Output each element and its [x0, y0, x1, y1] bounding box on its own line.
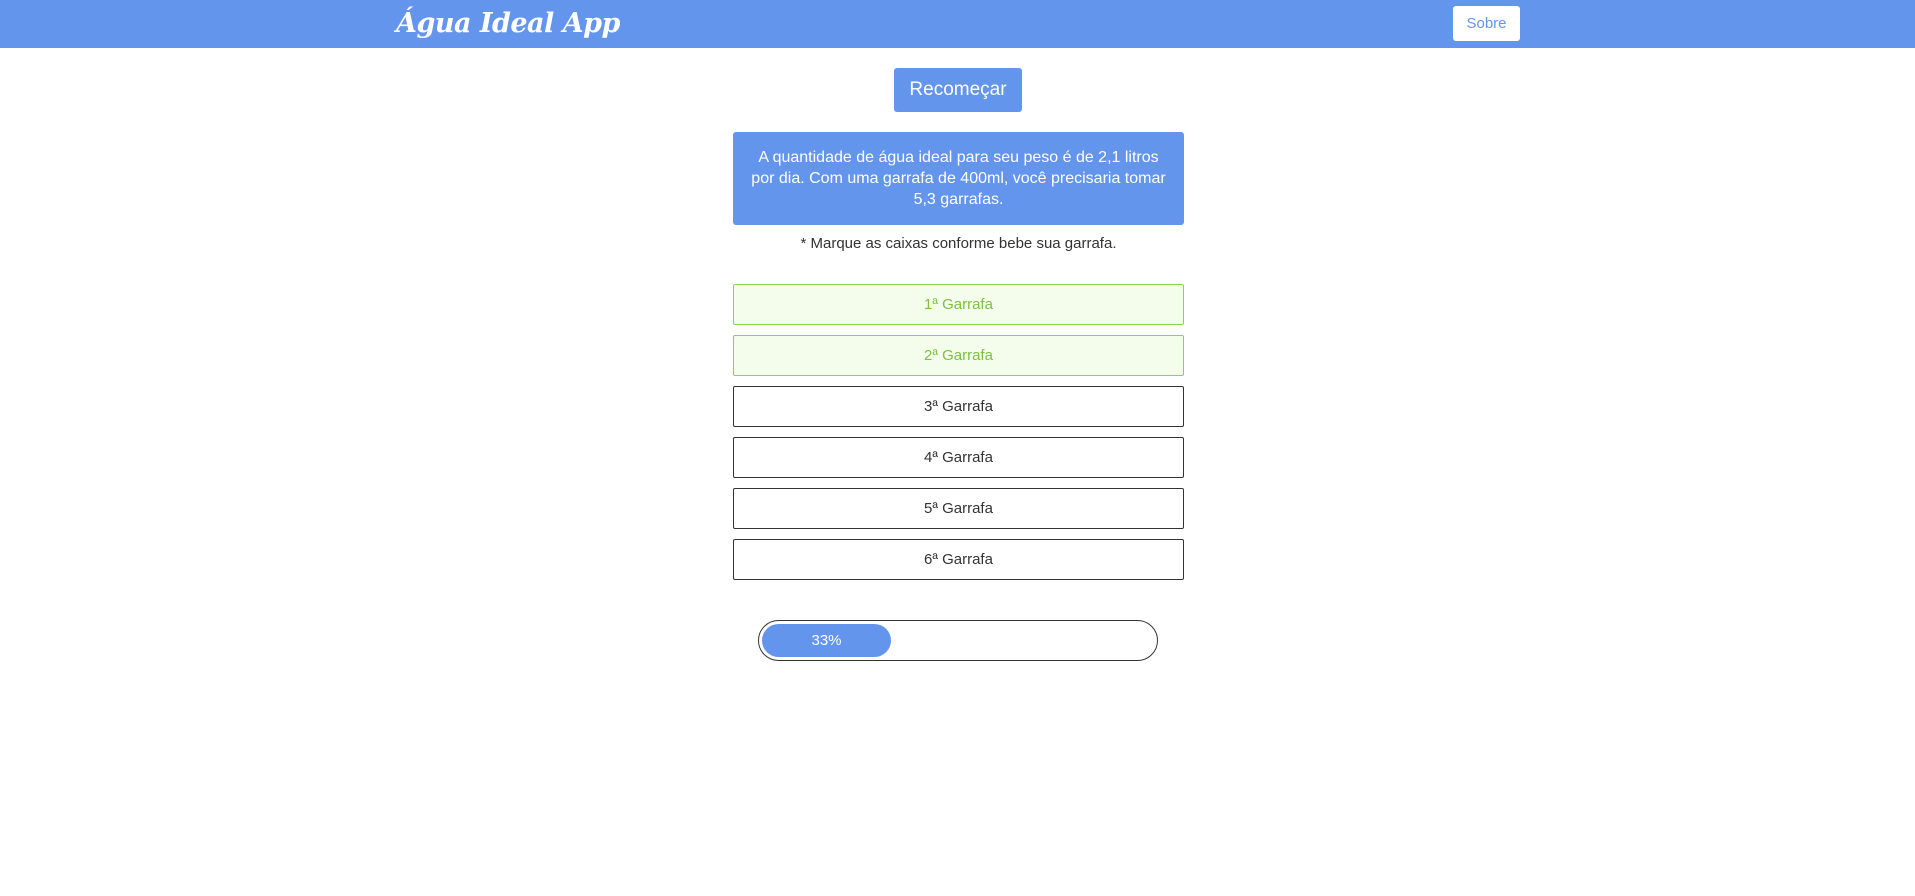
- result-message: A quantidade de água ideal para seu peso…: [733, 132, 1184, 225]
- instruction-hint: * Marque as caixas conforme bebe sua gar…: [800, 235, 1117, 252]
- bottle-checkbox-4[interactable]: 4ª Garrafa: [733, 437, 1184, 478]
- bottle-checkbox-2[interactable]: 2ª Garrafa: [733, 335, 1184, 376]
- bottle-checkbox-1[interactable]: 1ª Garrafa: [733, 284, 1184, 325]
- about-button[interactable]: Sobre: [1453, 6, 1520, 41]
- bottle-checkbox-5[interactable]: 5ª Garrafa: [733, 488, 1184, 529]
- bottle-checkbox-3[interactable]: 3ª Garrafa: [733, 386, 1184, 427]
- restart-button[interactable]: Recomeçar: [894, 68, 1022, 112]
- bottle-checkbox-6[interactable]: 6ª Garrafa: [733, 539, 1184, 580]
- top-navbar: Água Ideal App Sobre: [0, 0, 1915, 48]
- progress-bar: 33%: [758, 620, 1158, 661]
- app-logo[interactable]: Água Ideal App: [396, 4, 620, 44]
- progress-fill: 33%: [762, 624, 891, 657]
